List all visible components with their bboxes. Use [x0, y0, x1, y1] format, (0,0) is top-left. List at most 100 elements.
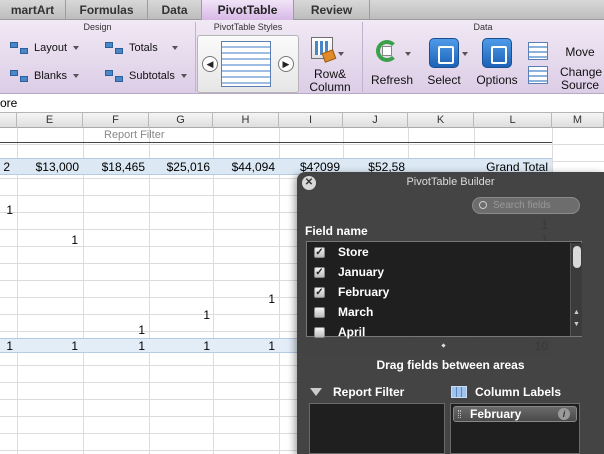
- field-item-april[interactable]: April: [307, 322, 567, 342]
- refresh-icon[interactable]: [374, 38, 402, 66]
- pivottable-styles-gallery[interactable]: ◀ ▶: [197, 35, 299, 93]
- scroll-up-icon[interactable]: ▲: [573, 309, 580, 316]
- checkbox-unchecked[interactable]: [314, 306, 325, 318]
- pivot-cell[interactable]: 1: [149, 307, 210, 323]
- select-button[interactable]: Select: [420, 74, 468, 87]
- report-filter-drop-zone[interactable]: Report Filter: [104, 128, 165, 142]
- report-filter-border: [0, 142, 552, 143]
- column-header-e[interactable]: E: [17, 113, 83, 128]
- change-source-label-2: Source: [560, 78, 600, 92]
- chevron-down-icon: [180, 74, 187, 78]
- column-header-j[interactable]: J: [343, 113, 408, 128]
- search-placeholder: Search fields: [493, 200, 551, 211]
- pivot-cell[interactable]: $13,000: [17, 159, 79, 175]
- field-label: February: [338, 285, 390, 299]
- checkbox-checked[interactable]: ✓: [314, 246, 325, 258]
- ribbon-tab-bar: martArt Formulas Data PivotTable Review: [0, 0, 604, 20]
- tab-pivottable[interactable]: PivotTable: [202, 0, 294, 20]
- tab-data[interactable]: Data: [148, 0, 202, 20]
- refresh-button[interactable]: Refresh: [368, 74, 416, 87]
- search-fields-input[interactable]: Search fields: [472, 197, 580, 214]
- layout-icon: [10, 40, 30, 56]
- field-item-march[interactable]: March: [307, 302, 567, 322]
- group-divider: [195, 22, 196, 92]
- pivot-cell[interactable]: 1: [83, 338, 145, 354]
- info-icon[interactable]: i: [558, 408, 570, 420]
- pivottable-builder-panel: PivotTable Builder ✕ Search fields Field…: [297, 172, 604, 454]
- grid-line: [83, 128, 84, 454]
- formula-bar[interactable]: ore: [0, 94, 604, 113]
- options-button[interactable]: Options: [472, 74, 522, 87]
- select-icon[interactable]: [429, 38, 459, 68]
- row-column-icon[interactable]: [311, 37, 337, 65]
- chevron-down-icon[interactable]: [405, 52, 411, 56]
- chevron-down-icon[interactable]: [338, 52, 344, 56]
- pivot-cell[interactable]: 1: [0, 202, 13, 218]
- column-header-l[interactable]: L: [474, 113, 552, 128]
- totals-label: Totals: [129, 42, 158, 54]
- pivot-cell[interactable]: $44,094: [213, 159, 275, 175]
- ribbon: Design PivotTable Styles Data Layout Bla…: [0, 20, 604, 94]
- style-thumbnail[interactable]: [221, 41, 271, 87]
- report-filter-label: Report Filter: [333, 385, 405, 399]
- pivot-cell[interactable]: $25,016: [149, 159, 210, 175]
- column-header-k[interactable]: K: [408, 113, 474, 128]
- column-header-m[interactable]: M: [552, 113, 604, 128]
- checkbox-unchecked[interactable]: [314, 326, 325, 338]
- pivot-cell[interactable]: 1: [213, 291, 275, 307]
- scrollbar-thumb[interactable]: [573, 246, 581, 268]
- group-title-design: Design: [83, 22, 112, 32]
- column-header-i[interactable]: I: [279, 113, 343, 128]
- pivot-cell[interactable]: 1: [149, 338, 210, 354]
- pivot-cell[interactable]: 2: [0, 159, 10, 175]
- pivot-cell[interactable]: 1: [17, 232, 78, 248]
- tab-formulas[interactable]: Formulas: [66, 0, 148, 20]
- blanks-button[interactable]: Blanks: [10, 68, 80, 84]
- column-labels-drop-area[interactable]: February i: [450, 403, 580, 454]
- pivot-cell[interactable]: 1: [0, 338, 13, 354]
- move-button[interactable]: Move: [560, 46, 600, 59]
- field-item-store[interactable]: ✓ Store: [307, 242, 567, 262]
- column-labels-area-label: Column Labels: [451, 385, 561, 399]
- options-icon[interactable]: [482, 38, 512, 68]
- field-list-scrollbar[interactable]: ▲ ▼: [570, 243, 582, 336]
- tab-review[interactable]: Review: [294, 0, 370, 20]
- tab-smartart[interactable]: martArt: [0, 0, 66, 20]
- field-name-heading: Field name: [305, 224, 368, 238]
- close-icon[interactable]: ✕: [302, 176, 316, 190]
- scroll-down-icon[interactable]: ▼: [573, 321, 580, 328]
- column-header-f[interactable]: F: [83, 113, 149, 128]
- group-divider: [362, 22, 363, 92]
- layout-button[interactable]: Layout: [10, 40, 80, 56]
- column-header-partial[interactable]: [0, 113, 17, 128]
- gallery-prev-button[interactable]: ◀: [202, 56, 218, 72]
- pivot-cell[interactable]: 1: [213, 338, 275, 354]
- field-chip-february[interactable]: February i: [453, 406, 577, 422]
- pivot-cell[interactable]: 1: [83, 322, 145, 338]
- gallery-next-button[interactable]: ▶: [278, 56, 294, 72]
- column-header-g[interactable]: G: [149, 113, 213, 128]
- field-list[interactable]: ✓ Store ✓ January ✓ February March April…: [306, 241, 582, 339]
- chevron-down-icon: [73, 46, 80, 50]
- row-column-button[interactable]: Row& Column: [306, 68, 354, 94]
- column-header-h[interactable]: H: [213, 113, 279, 128]
- checkbox-checked[interactable]: ✓: [314, 266, 325, 278]
- drag-handle-icon[interactable]: [458, 410, 461, 418]
- checkbox-checked[interactable]: ✓: [314, 286, 325, 298]
- pivot-cell[interactable]: 1: [17, 338, 78, 354]
- totals-button[interactable]: Totals: [105, 40, 178, 56]
- change-source-icon[interactable]: [528, 66, 548, 84]
- field-item-january[interactable]: ✓ January: [307, 262, 567, 282]
- layout-label: Layout: [34, 42, 68, 54]
- chevron-down-icon: [171, 46, 178, 50]
- grid-line: [17, 128, 18, 454]
- move-icon[interactable]: [528, 42, 548, 60]
- splitter-handle[interactable]: [441, 343, 446, 348]
- report-filter-drop-area[interactable]: [309, 403, 445, 454]
- pivot-cell[interactable]: $18,465: [83, 159, 145, 175]
- search-icon: [479, 201, 487, 209]
- subtotals-button[interactable]: Subtotals: [105, 68, 187, 84]
- change-source-button[interactable]: Change Source: [560, 66, 602, 92]
- chevron-down-icon[interactable]: [462, 52, 468, 56]
- field-item-february[interactable]: ✓ February: [307, 282, 567, 302]
